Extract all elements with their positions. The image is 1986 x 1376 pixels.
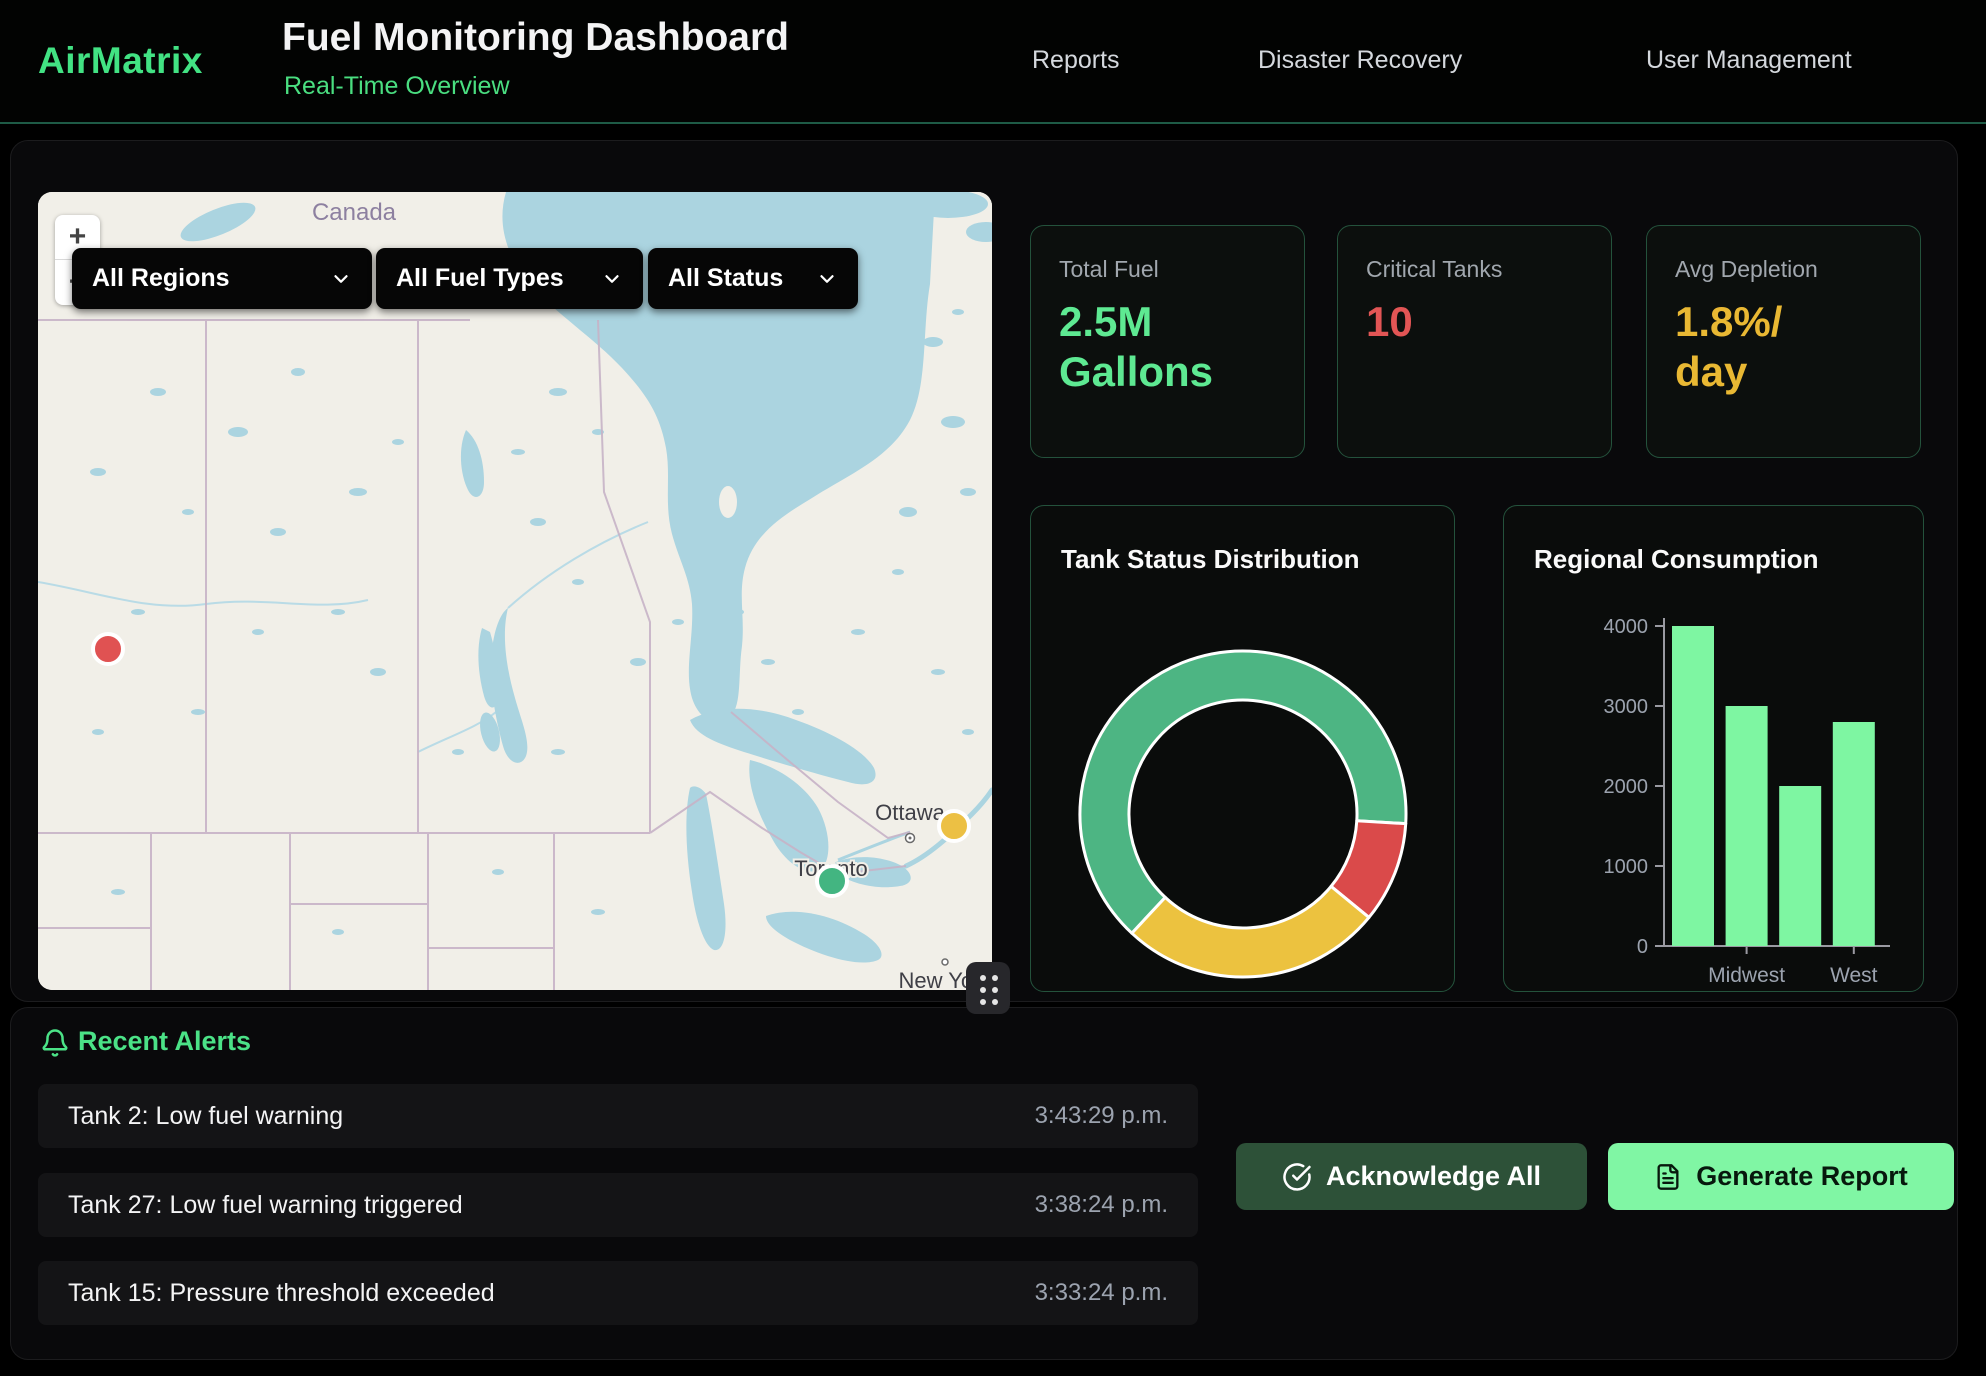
alert-row: Tank 2: Low fuel warning 3:43:29 p.m. bbox=[38, 1084, 1198, 1148]
bar bbox=[1726, 706, 1768, 946]
alert-time: 3:43:29 p.m. bbox=[1035, 1102, 1168, 1130]
map-town-dot-newyork bbox=[942, 959, 948, 965]
kpi-avg-depletion: Avg Depletion 1.8%/ day bbox=[1646, 225, 1921, 458]
map-bay-island bbox=[719, 486, 737, 518]
bar bbox=[1779, 786, 1821, 946]
kpi-value: 10 bbox=[1366, 297, 1583, 347]
bar bbox=[1672, 626, 1714, 946]
regional-consumption-bar-chart: 0 1000 2000 3000 4000 Midwest West bbox=[1504, 506, 1924, 992]
check-circle-icon bbox=[1282, 1162, 1312, 1192]
chevron-down-icon bbox=[816, 268, 838, 290]
brand-logo: AirMatrix bbox=[38, 40, 203, 82]
kpi-label: Avg Depletion bbox=[1675, 256, 1892, 283]
fuel-type-filter-select[interactable]: All Fuel Types bbox=[376, 248, 643, 309]
kpi-value: 1.8%/ day bbox=[1675, 297, 1892, 396]
chevron-down-icon bbox=[601, 268, 623, 290]
file-text-icon bbox=[1654, 1163, 1682, 1191]
kpi-total-fuel: Total Fuel 2.5M Gallons bbox=[1030, 225, 1305, 458]
bell-icon bbox=[40, 1027, 70, 1059]
alert-row: Tank 27: Low fuel warning triggered 3:38… bbox=[38, 1173, 1198, 1237]
alert-time: 3:38:24 p.m. bbox=[1035, 1191, 1168, 1219]
acknowledge-all-label: Acknowledge All bbox=[1326, 1161, 1541, 1192]
map-label-ottawa: Ottawa bbox=[875, 800, 945, 825]
map-resize-handle[interactable] bbox=[966, 962, 1010, 1014]
y-tick-label: 0 bbox=[1637, 936, 1648, 958]
regional-consumption-card: Regional Consumption 01000200030004000Mi… bbox=[1503, 505, 1924, 992]
x-tick-label: West bbox=[1830, 964, 1878, 987]
map-label-country: Canada bbox=[312, 199, 397, 226]
alert-text: Tank 2: Low fuel warning bbox=[68, 1102, 1035, 1131]
alert-time: 3:33:24 p.m. bbox=[1035, 1279, 1168, 1307]
generate-report-label: Generate Report bbox=[1696, 1161, 1908, 1192]
kpi-critical-tanks: Critical Tanks 10 bbox=[1337, 225, 1612, 458]
map-town-dot-ottawa-center bbox=[909, 837, 912, 840]
chevron-down-icon bbox=[330, 268, 352, 290]
kpi-label: Total Fuel bbox=[1059, 256, 1276, 283]
map[interactable]: Canada Ottawa Toronto New York bbox=[38, 192, 992, 990]
region-filter-select[interactable]: All Regions bbox=[72, 248, 372, 309]
x-tick-label: Midwest bbox=[1708, 964, 1785, 987]
kpi-value: 2.5M Gallons bbox=[1059, 297, 1276, 396]
page-title: Fuel Monitoring Dashboard bbox=[282, 16, 789, 60]
alert-row: Tank 15: Pressure threshold exceeded 3:3… bbox=[38, 1261, 1198, 1325]
status-filter-value: All Status bbox=[668, 264, 798, 293]
app-header: AirMatrix Fuel Monitoring Dashboard Real… bbox=[0, 0, 1986, 124]
tank-marker-normal[interactable] bbox=[817, 866, 847, 896]
y-tick-label: 1000 bbox=[1604, 856, 1649, 878]
tank-status-donut-chart bbox=[1073, 644, 1413, 984]
region-filter-value: All Regions bbox=[92, 264, 312, 293]
nav-reports[interactable]: Reports bbox=[1032, 46, 1120, 75]
map-canvas[interactable]: Canada Ottawa Toronto New York bbox=[38, 192, 992, 990]
tank-marker-warning[interactable] bbox=[939, 811, 969, 841]
nav-user-management[interactable]: User Management bbox=[1646, 46, 1852, 75]
generate-report-button[interactable]: Generate Report bbox=[1608, 1143, 1954, 1210]
y-tick-label: 2000 bbox=[1604, 776, 1649, 798]
y-tick-label: 4000 bbox=[1604, 616, 1649, 638]
alerts-heading: Recent Alerts bbox=[78, 1026, 251, 1057]
alert-text: Tank 15: Pressure threshold exceeded bbox=[68, 1279, 1035, 1308]
tank-marker-critical[interactable] bbox=[93, 634, 123, 664]
chart-title: Tank Status Distribution bbox=[1061, 544, 1360, 575]
nav-disaster-recovery[interactable]: Disaster Recovery bbox=[1258, 46, 1462, 75]
fuel-type-filter-value: All Fuel Types bbox=[396, 264, 583, 293]
status-filter-select[interactable]: All Status bbox=[648, 248, 858, 309]
page-subtitle: Real-Time Overview bbox=[284, 72, 510, 101]
bar bbox=[1833, 722, 1875, 946]
alert-text: Tank 27: Low fuel warning triggered bbox=[68, 1191, 1035, 1220]
tank-status-card: Tank Status Distribution bbox=[1030, 505, 1455, 992]
donut-segment bbox=[1132, 886, 1369, 977]
kpi-label: Critical Tanks bbox=[1366, 256, 1583, 283]
y-tick-label: 3000 bbox=[1604, 696, 1649, 718]
acknowledge-all-button[interactable]: Acknowledge All bbox=[1236, 1143, 1587, 1210]
